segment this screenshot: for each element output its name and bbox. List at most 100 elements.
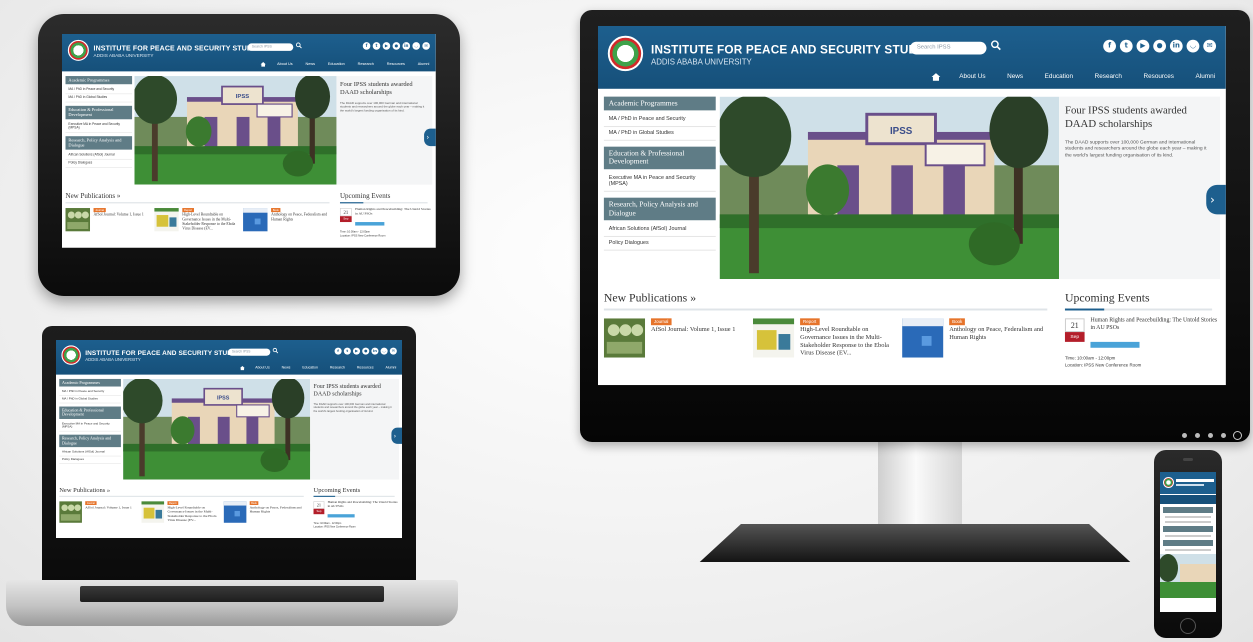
email-icon[interactable]: ✉ [422,42,430,50]
sidebar-link[interactable]: Policy Dialogues [59,456,121,464]
featured-news-title[interactable]: Four IPSS students awarded DAAD scholars… [340,81,429,97]
nav-resources[interactable]: Resources [380,59,411,71]
search-input[interactable]: Search IPSS [247,43,294,51]
event-title[interactable]: Human Rights and Peacebuilding: The Unto… [1090,317,1218,332]
publication-title[interactable]: Anthology on Peace, Federalism and Human… [250,506,302,515]
event-badge[interactable] [1090,341,1140,348]
email-icon[interactable]: ✉ [1203,39,1217,53]
sidebar-link[interactable]: MA / PhD in Peace and Security [59,388,121,396]
sidebar-heading-research[interactable]: Research, Policy Analysis and Dialogue [65,136,133,150]
publication-title[interactable]: AfSol Journal: Volume 1, Issue 1 [94,213,150,218]
power-icon[interactable] [1233,431,1242,440]
facebook-icon[interactable]: f [362,42,371,50]
search-input[interactable]: Search IPSS [228,348,271,356]
nav-resources[interactable]: Resources [351,363,380,374]
ipss-logo[interactable] [1163,477,1174,488]
publication-item[interactable]: Report High-Level Roundtable on Governan… [154,208,240,243]
email-icon[interactable]: ✉ [389,347,397,355]
nav-news[interactable]: News [996,67,1034,87]
home-icon[interactable] [235,363,249,374]
mobile-sidebar-link[interactable] [1165,549,1211,551]
mobile-hero-image[interactable] [1160,554,1216,598]
facebook-icon[interactable]: f [334,347,342,355]
event-title[interactable]: Human Rights and Peacebuilding: The Unto… [328,501,398,509]
mobile-sidebar-link[interactable] [1165,516,1211,518]
youtube-icon[interactable]: ▶ [353,347,361,355]
publication-thumbnail[interactable] [65,208,91,232]
search-icon[interactable] [272,347,279,354]
nav-research[interactable]: Research [324,363,351,374]
publication-title[interactable]: Anthology on Peace, Federalism and Human… [271,213,327,222]
ipss-logo[interactable] [67,39,89,61]
rss-icon[interactable]: ◡ [1186,39,1200,53]
sidebar-link[interactable]: MA / PhD in Global Studies [59,396,121,404]
site-title[interactable]: INSTITUTE FOR PEACE AND SECURITY STUDIES [85,349,243,357]
sidebar-link[interactable]: MA / PhD in Peace and Security [603,114,716,128]
twitter-icon[interactable]: t [1119,39,1133,53]
upcoming-events-heading[interactable]: Upcoming Events [1065,291,1150,306]
sidebar-heading-education[interactable]: Education & Professional Development [603,146,716,169]
nav-alumni[interactable]: Alumni [1185,67,1226,87]
sidebar-link[interactable]: MA / PhD in Global Studies [65,94,133,103]
linkedin-icon[interactable]: in [1169,39,1183,53]
home-icon[interactable] [923,67,949,87]
hero-slider-image[interactable]: IPSS [134,76,337,185]
publication-title[interactable]: High-Level Roundtable on Governance Issu… [800,326,894,358]
rss-icon[interactable]: ◡ [380,347,388,355]
sidebar-link[interactable]: African Solutions (AfSol) Journal [65,151,133,160]
publication-item[interactable]: Journal AfSol Journal: Volume 1, Issue 1 [65,208,152,243]
sidebar-link[interactable]: African Solutions (AfSol) Journal [59,449,121,457]
nav-about-us[interactable]: About Us [948,67,996,87]
publication-thumbnail[interactable] [603,318,646,358]
mobile-sidebar-heading[interactable] [1163,526,1213,532]
linkedin-icon[interactable]: in [402,42,411,50]
mobile-sidebar-heading[interactable] [1163,540,1213,546]
sidebar-link[interactable]: MA / PhD in Peace and Security [65,86,133,95]
hero-slider-image[interactable]: IPSS [719,96,1060,280]
nav-research[interactable]: Research [351,59,380,71]
ipss-logo[interactable] [607,35,644,72]
monitor-button[interactable] [1195,433,1200,438]
chevron-right-icon[interactable]: › [424,128,436,147]
chevron-right-icon[interactable]: › [1206,184,1226,215]
nav-education[interactable]: Education [321,59,351,71]
facebook-icon[interactable]: f [1103,39,1116,53]
rss-icon[interactable]: ◡ [412,42,420,50]
search-icon[interactable] [295,42,302,49]
event-badge[interactable] [327,514,355,518]
twitter-icon[interactable]: t [343,347,351,355]
new-publications-heading[interactable]: New Publications » [59,486,110,494]
publication-item[interactable]: Book Anthology on Peace, Federalism and … [223,501,304,533]
nav-about-us[interactable]: About Us [271,59,299,71]
publication-title[interactable]: High-Level Roundtable on Governance Issu… [167,506,219,524]
mobile-sidebar-link[interactable] [1165,535,1211,537]
youtube-icon[interactable]: ▶ [1136,39,1150,53]
chevron-right-icon[interactable]: › [391,427,402,444]
publication-title[interactable]: AfSol Journal: Volume 1, Issue 1 [85,506,137,510]
sidebar-heading-research[interactable]: Research, Policy Analysis and Dialogue [59,434,121,447]
upcoming-events-heading[interactable]: Upcoming Events [340,192,390,201]
publication-title[interactable]: High-Level Roundtable on Governance Issu… [182,213,238,232]
featured-news-title[interactable]: Four IPSS students awarded DAAD scholars… [1065,104,1214,131]
search-icon[interactable] [990,40,1001,51]
home-icon[interactable] [255,59,270,71]
monitor-button[interactable] [1208,433,1213,438]
new-publications-heading[interactable]: New Publications » [66,192,121,201]
site-title[interactable]: INSTITUTE FOR PEACE AND SECURITY STUDIES [94,44,264,52]
event-badge[interactable] [355,222,385,226]
sidebar-link[interactable]: Executive MA in Peace and Security (MPSA… [65,121,133,133]
upcoming-events-heading[interactable]: Upcoming Events [314,486,361,494]
publication-item[interactable]: Book Anthology on Peace, Federalism and … [902,318,1047,377]
twitter-icon[interactable]: t [372,42,381,50]
publication-thumbnail[interactable] [59,501,82,523]
ipss-logo[interactable] [61,345,81,365]
new-publications-heading[interactable]: New Publications » [604,291,696,306]
linkedin-icon[interactable]: in [371,347,379,355]
mobile-nav[interactable] [1160,495,1216,504]
nav-news[interactable]: News [299,59,321,71]
publication-title[interactable]: Anthology on Peace, Federalism and Human… [949,326,1043,342]
sidebar-link[interactable]: Policy Dialogues [65,159,133,168]
sidebar-link[interactable]: Executive MA in Peace and Security (MPSA… [603,172,716,193]
publication-thumbnail[interactable] [141,501,165,523]
sidebar-link[interactable]: Executive MA in Peace and Security (MPSA… [59,420,121,432]
